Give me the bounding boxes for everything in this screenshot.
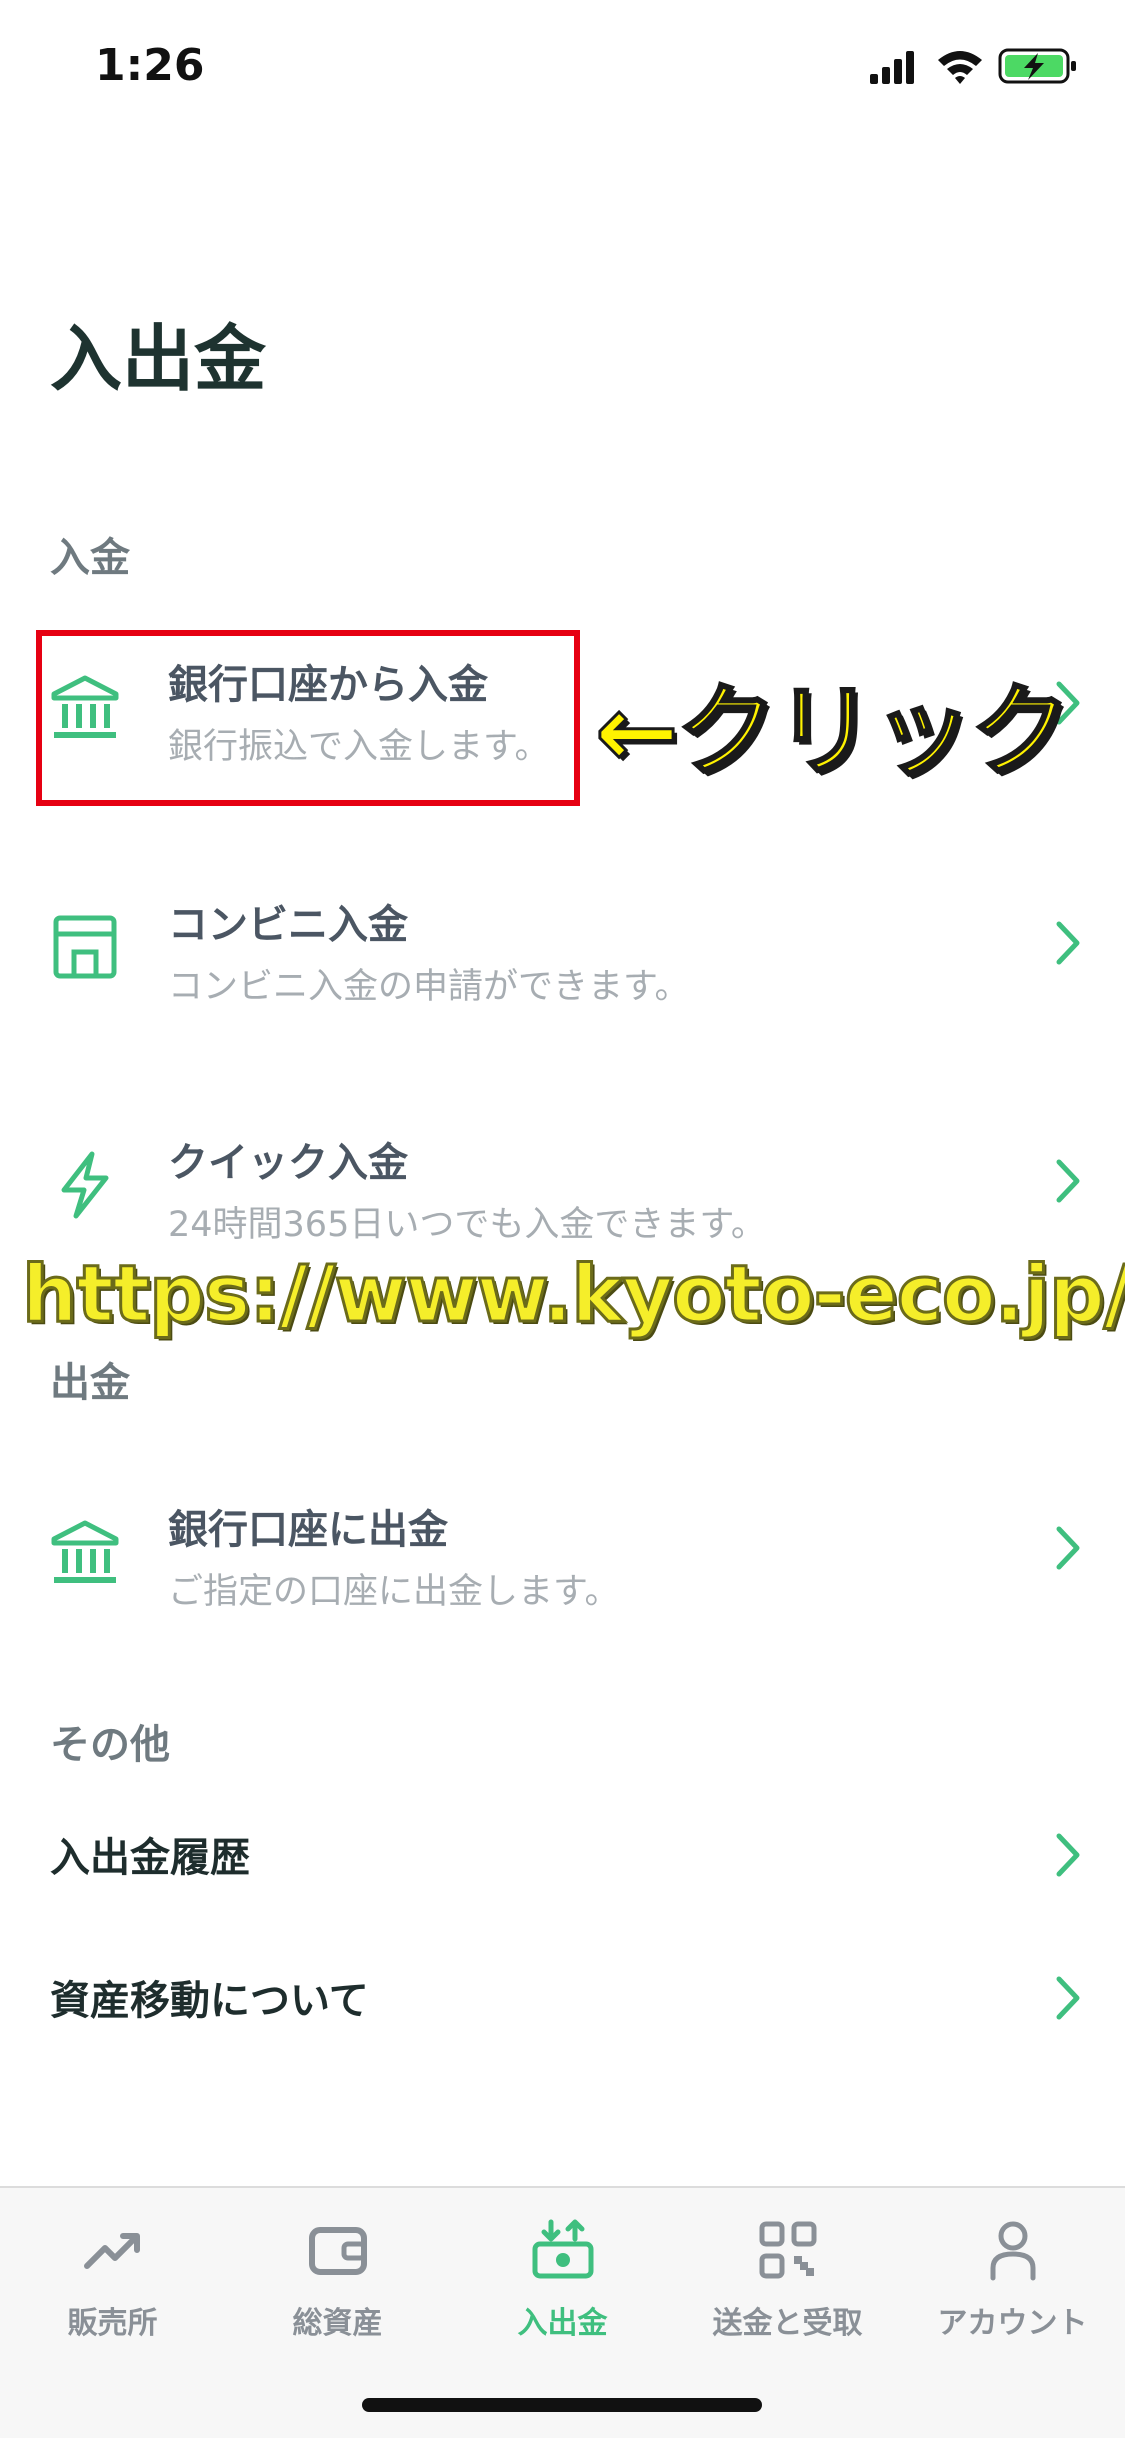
chevron-right-icon [1056,1526,1080,1570]
page-title: 入出金 [50,317,267,401]
tab-account[interactable]: アカウント [900,2218,1125,2358]
tab-label: 送金と受取 [712,2306,863,2341]
chevron-right-icon [1056,1833,1080,1877]
menu-item-subtitle: コンビニ入金の申請ができます。 [168,967,690,1007]
menu-item-title: 入出金履歴 [50,1835,250,1881]
watermark-url: https://www.kyoto-eco.jp/ [20,1249,1125,1342]
menu-item-subtitle: 24時間365日いつでも入金できます。 [168,1205,766,1245]
menu-item-history[interactable]: 入出金履歴 [0,1800,1125,1910]
store-icon [53,915,117,979]
chevron-right-icon [1056,1976,1080,2020]
chevron-right-icon [1056,1159,1080,1203]
tab-send-receive[interactable]: 送金と受取 [675,2218,900,2358]
menu-item-convenience-deposit[interactable]: コンビニ入金 コンビニ入金の申請ができます。 [0,870,1125,1050]
tab-label: 入出金 [517,2306,608,2341]
bank-icon [51,1520,119,1583]
tab-sales[interactable]: 販売所 [0,2218,225,2358]
qr-code-icon [759,2221,816,2279]
status-icons [870,48,1076,84]
tab-label: 販売所 [67,2306,158,2341]
menu-item-title: コンビニ入金 [168,902,408,948]
tab-total-assets[interactable]: 総資産 [225,2218,450,2358]
menu-item-asset-transfer[interactable]: 資産移動について [0,1943,1125,2053]
status-bar: 1:26 [0,0,1125,135]
deposit-withdraw-icon [532,2219,593,2279]
trend-icon [83,2233,140,2269]
menu-item-title: クイック入金 [168,1140,408,1186]
battery-icon [998,48,1076,84]
tab-deposit-withdraw[interactable]: 入出金 [450,2218,675,2358]
wallet-icon [308,2227,367,2275]
section-label-withdraw: 出金 [50,1360,130,1406]
tab-label: アカウント [937,2306,1088,2341]
menu-item-bank-withdraw[interactable]: 銀行口座に出金 ご指定の口座に出金します。 [0,1475,1125,1655]
cellular-signal-icon [870,51,914,84]
section-label-deposit: 入金 [50,535,130,581]
menu-item-subtitle: ご指定の口座に出金します。 [168,1572,620,1612]
menu-item-title: 銀行口座に出金 [168,1507,448,1553]
wifi-icon [938,51,982,84]
highlight-box [36,630,580,806]
section-label-other: その他 [50,1722,170,1768]
chevron-right-icon [1056,921,1080,965]
lightning-icon [61,1151,109,1219]
person-icon [990,2221,1035,2281]
status-time: 1:26 [95,40,205,91]
home-indicator [362,2398,762,2412]
click-annotation: ←クリック [594,672,1073,792]
tab-label: 総資産 [292,2306,383,2341]
menu-item-title: 資産移動について [50,1978,369,2024]
